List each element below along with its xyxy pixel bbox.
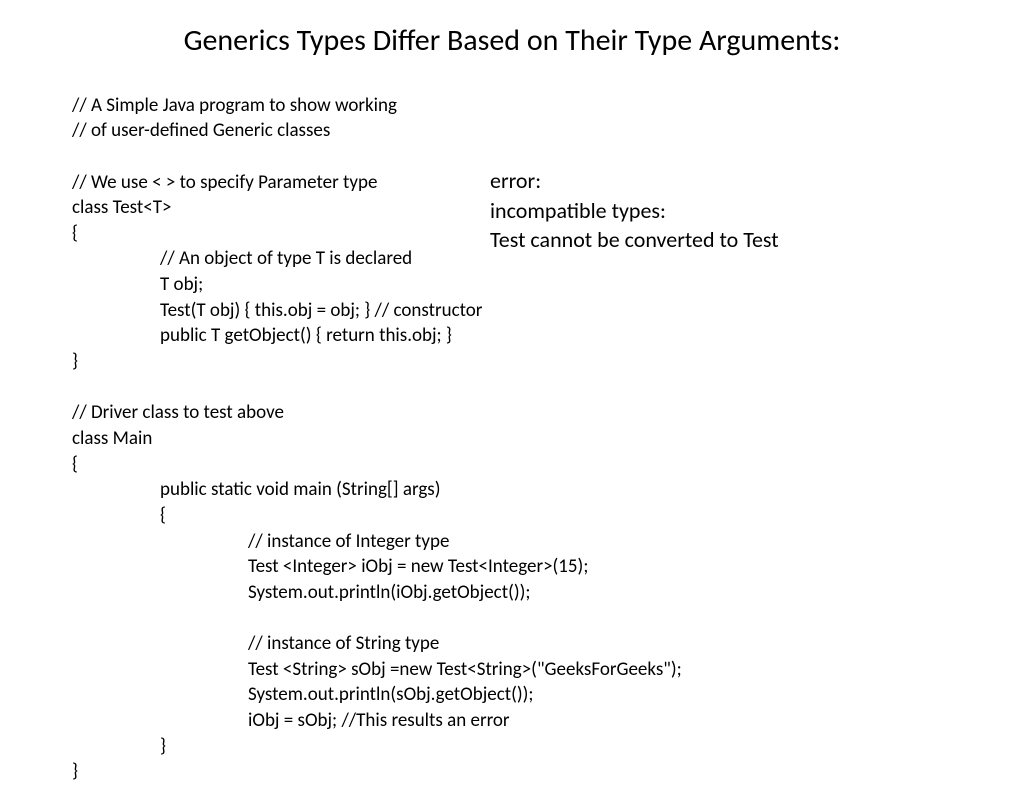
code-line: class Main	[72, 427, 152, 450]
code-line: {	[72, 503, 166, 529]
error-line: Test cannot be converted to Test	[490, 225, 779, 255]
error-line: error:	[490, 166, 779, 196]
code-line: // An object of type T is declared	[72, 246, 412, 272]
code-line: // of user-defined Generic classes	[72, 119, 330, 142]
code-line: // Driver class to test above	[72, 401, 284, 424]
code-line: }	[72, 760, 78, 783]
code-line: Test <String> sObj =new Test<String>("Ge…	[72, 657, 682, 683]
error-line: incompatible types:	[490, 196, 779, 226]
code-line: Test <Integer> iObj = new Test<Integer>(…	[72, 554, 588, 580]
code-line: class Test<T>	[72, 196, 171, 219]
code-line: System.out.println(iObj.getObject());	[72, 580, 530, 606]
code-line: Test(T obj) { this.obj = obj; } // const…	[72, 298, 482, 324]
code-line: iObj = sObj; //This results an error	[72, 708, 510, 734]
code-line: // We use < > to specify Parameter type	[72, 171, 377, 194]
code-line: T obj;	[72, 272, 203, 298]
code-line: }	[72, 350, 78, 373]
code-line: }	[72, 734, 166, 760]
code-line: // A Simple Java program to show working	[72, 94, 397, 117]
code-line: {	[72, 222, 78, 245]
code-line: // instance of String type	[72, 631, 439, 657]
code-line: public T getObject() { return this.obj; …	[72, 323, 452, 349]
code-line: // instance of Integer type	[72, 529, 449, 555]
code-line: public static void main (String[] args)	[72, 477, 440, 503]
code-line: {	[72, 453, 78, 476]
code-line: System.out.println(sObj.getObject());	[72, 682, 534, 708]
error-block: error: incompatible types: Test cannot b…	[490, 166, 779, 255]
slide-title: Generics Types Differ Based on Their Typ…	[0, 0, 1024, 67]
